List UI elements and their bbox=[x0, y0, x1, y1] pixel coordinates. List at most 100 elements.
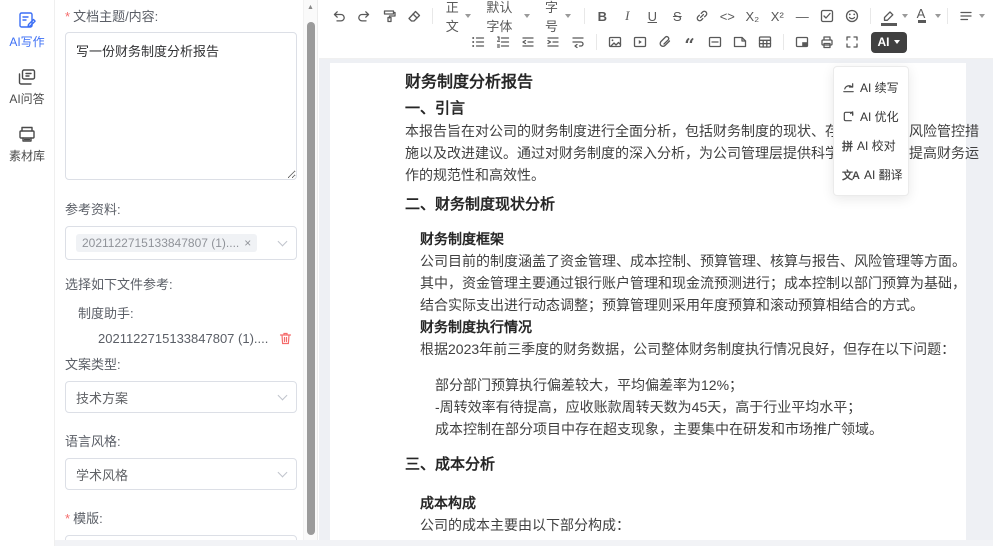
divider-block-button[interactable] bbox=[703, 30, 727, 54]
menu-item-ai-continue[interactable]: AI 续写 bbox=[834, 73, 908, 102]
strikethrough-button[interactable]: S bbox=[665, 4, 689, 28]
toolbar-divider bbox=[432, 8, 433, 24]
fullscreen-button[interactable] bbox=[840, 30, 864, 54]
file-row: 2021122715133847807 (1).... bbox=[65, 331, 297, 346]
indent-button[interactable] bbox=[541, 30, 565, 54]
doc-list-line: 部分部门预算执行偏差较大，平均偏差率为12%； bbox=[435, 374, 946, 396]
style-value: 学术风格 bbox=[76, 465, 279, 484]
caret-down-icon[interactable] bbox=[935, 14, 941, 18]
bottom-gutter bbox=[55, 540, 993, 546]
remove-tag-icon[interactable]: × bbox=[244, 236, 251, 250]
nav-item-material-library[interactable]: 素材库 bbox=[9, 124, 45, 164]
scrollbar-up-arrow-icon[interactable]: ▲ bbox=[304, 0, 317, 11]
chevron-down-icon bbox=[278, 236, 288, 246]
task-checkbox-button[interactable] bbox=[815, 4, 839, 28]
ai-translate-icon: 文A bbox=[842, 167, 859, 183]
paragraph-style-select[interactable]: 正文 bbox=[439, 4, 479, 28]
ordered-list-button[interactable] bbox=[491, 30, 515, 54]
toolbar-divider bbox=[596, 34, 597, 50]
doc-list-line: 成本控制在部分项目中存在超支现象，主要集中在研发和市场推广领域。 bbox=[435, 418, 946, 440]
copy-type-select[interactable]: 技术方案 bbox=[65, 381, 297, 413]
doc-heading: 二、财务制度现状分析 bbox=[405, 194, 946, 216]
highlight-color-button[interactable] bbox=[877, 4, 901, 28]
ai-tools-button[interactable]: AI bbox=[871, 32, 907, 53]
doc-paragraph: 结合实际支出进行动态调整；预算管理则采用年度预算和滚动预算相结合的方式。 bbox=[420, 294, 946, 316]
code-block-button[interactable] bbox=[728, 30, 752, 54]
doc-paragraph: 根据2023年前三季度的财务数据，公司整体财务制度执行情况良好，但存在以下问题： bbox=[420, 338, 946, 360]
clear-format-eraser-button[interactable] bbox=[402, 4, 426, 28]
font-color-button[interactable]: A bbox=[909, 4, 933, 28]
scrollbar-thumb[interactable] bbox=[307, 22, 315, 535]
outdent-button[interactable] bbox=[516, 30, 540, 54]
link-button[interactable] bbox=[690, 4, 714, 28]
caret-down-icon[interactable] bbox=[902, 14, 908, 18]
reference-select[interactable]: 2021122715133847807 (1).... × bbox=[65, 226, 297, 260]
font-size-select[interactable]: 字号 bbox=[538, 4, 578, 28]
menu-item-ai-proofread[interactable]: 拼 AI 校对 bbox=[834, 131, 908, 160]
doc-list-line: -周转效率有待提高，应收账款周转天数为45天，高于行业平均水平； bbox=[435, 396, 946, 418]
insert-image-button[interactable] bbox=[603, 30, 627, 54]
redo-button[interactable] bbox=[352, 4, 376, 28]
style-select[interactable]: 学术风格 bbox=[65, 458, 297, 490]
doc-heading: 三、成本分析 bbox=[405, 454, 946, 476]
file-name: 2021122715133847807 (1).... bbox=[98, 331, 278, 346]
nav-item-ai-writing[interactable]: AI写作 bbox=[9, 10, 44, 50]
toolbar-row-2: “ AI bbox=[387, 29, 985, 55]
subscript-button[interactable]: X₂ bbox=[740, 4, 764, 28]
doc-subheading: 财务制度框架 bbox=[420, 228, 946, 250]
bullet-list-button[interactable] bbox=[466, 30, 490, 54]
ai-writing-icon bbox=[17, 10, 37, 30]
caret-down-icon bbox=[894, 40, 900, 44]
menu-item-ai-optimize[interactable]: AI 优化 bbox=[834, 102, 908, 131]
caret-down-icon bbox=[524, 14, 530, 18]
bold-button[interactable]: B bbox=[590, 4, 614, 28]
reference-label: 参考资料: bbox=[65, 199, 297, 218]
nav-label: 素材库 bbox=[9, 147, 45, 164]
font-family-select[interactable]: 默认字体 bbox=[479, 4, 537, 28]
italic-button[interactable]: I bbox=[615, 4, 639, 28]
reference-tag-text: 2021122715133847807 (1).... bbox=[82, 236, 239, 250]
copy-type-value: 技术方案 bbox=[76, 388, 279, 407]
toolbar-divider bbox=[783, 34, 784, 50]
caret-down-icon bbox=[465, 14, 471, 18]
reference-tag-chip: 2021122715133847807 (1).... × bbox=[76, 234, 257, 252]
app-window: AI写作 AI问答 素材库 *文档主题/内容: 写一份财务制度分析报告 参考资料… bbox=[0, 0, 993, 546]
caret-down-icon[interactable] bbox=[979, 14, 985, 18]
required-asterisk: * bbox=[65, 9, 70, 24]
insert-table-button[interactable] bbox=[753, 30, 777, 54]
emoji-button[interactable] bbox=[840, 4, 864, 28]
line-break-button[interactable] bbox=[566, 30, 590, 54]
style-label: 语言风格: bbox=[65, 431, 297, 450]
template-label: *模版: bbox=[65, 508, 297, 527]
align-button[interactable] bbox=[954, 4, 978, 28]
undo-button[interactable] bbox=[327, 4, 351, 28]
blockquote-button[interactable]: “ bbox=[678, 30, 702, 54]
panel-scrollbar[interactable]: ▲ bbox=[303, 0, 318, 546]
format-painter-button[interactable] bbox=[377, 4, 401, 28]
file-group-label: 制度助手: bbox=[65, 303, 297, 322]
ai-proofread-icon: 拼 bbox=[842, 138, 852, 154]
doc-paragraph: 其中，资金管理主要通过银行账户管理和现金流预测进行；成本控制以部门预算为基础， bbox=[420, 272, 946, 294]
insert-video-button[interactable] bbox=[628, 30, 652, 54]
underline-button[interactable]: U bbox=[640, 4, 664, 28]
ai-optimize-icon bbox=[842, 110, 855, 123]
required-asterisk: * bbox=[65, 511, 70, 526]
nav-item-ai-qa[interactable]: AI问答 bbox=[9, 67, 44, 107]
side-panel-button[interactable] bbox=[790, 30, 814, 54]
inline-code-button[interactable]: <> bbox=[715, 4, 739, 28]
writing-config-panel: *文档主题/内容: 写一份财务制度分析报告 参考资料: 202112271513… bbox=[56, 0, 303, 546]
ai-tools-menu: AI 续写 AI 优化 拼 AI 校对 文A AI 翻译 bbox=[833, 66, 909, 196]
doc-paragraph: 公司目前的制度涵盖了资金管理、成本控制、预算管理、核算与报告、风险管理等方面。 bbox=[420, 250, 946, 272]
menu-item-ai-translate[interactable]: 文A AI 翻译 bbox=[834, 160, 908, 189]
delete-file-icon[interactable] bbox=[278, 331, 293, 346]
topic-input[interactable]: 写一份财务制度分析报告 bbox=[65, 32, 297, 180]
highlight-color-bar bbox=[881, 23, 897, 26]
topic-label: *文档主题/内容: bbox=[65, 6, 297, 25]
superscript-button[interactable]: X² bbox=[765, 4, 789, 28]
attachment-button[interactable] bbox=[653, 30, 677, 54]
material-library-icon bbox=[17, 124, 37, 144]
print-button[interactable] bbox=[815, 30, 839, 54]
toolbar-row-1: 正文 默认字体 字号 B I U S <> X₂ X² — A bbox=[327, 3, 985, 29]
chevron-down-icon bbox=[278, 467, 288, 477]
horizontal-rule-button[interactable]: — bbox=[790, 4, 814, 28]
